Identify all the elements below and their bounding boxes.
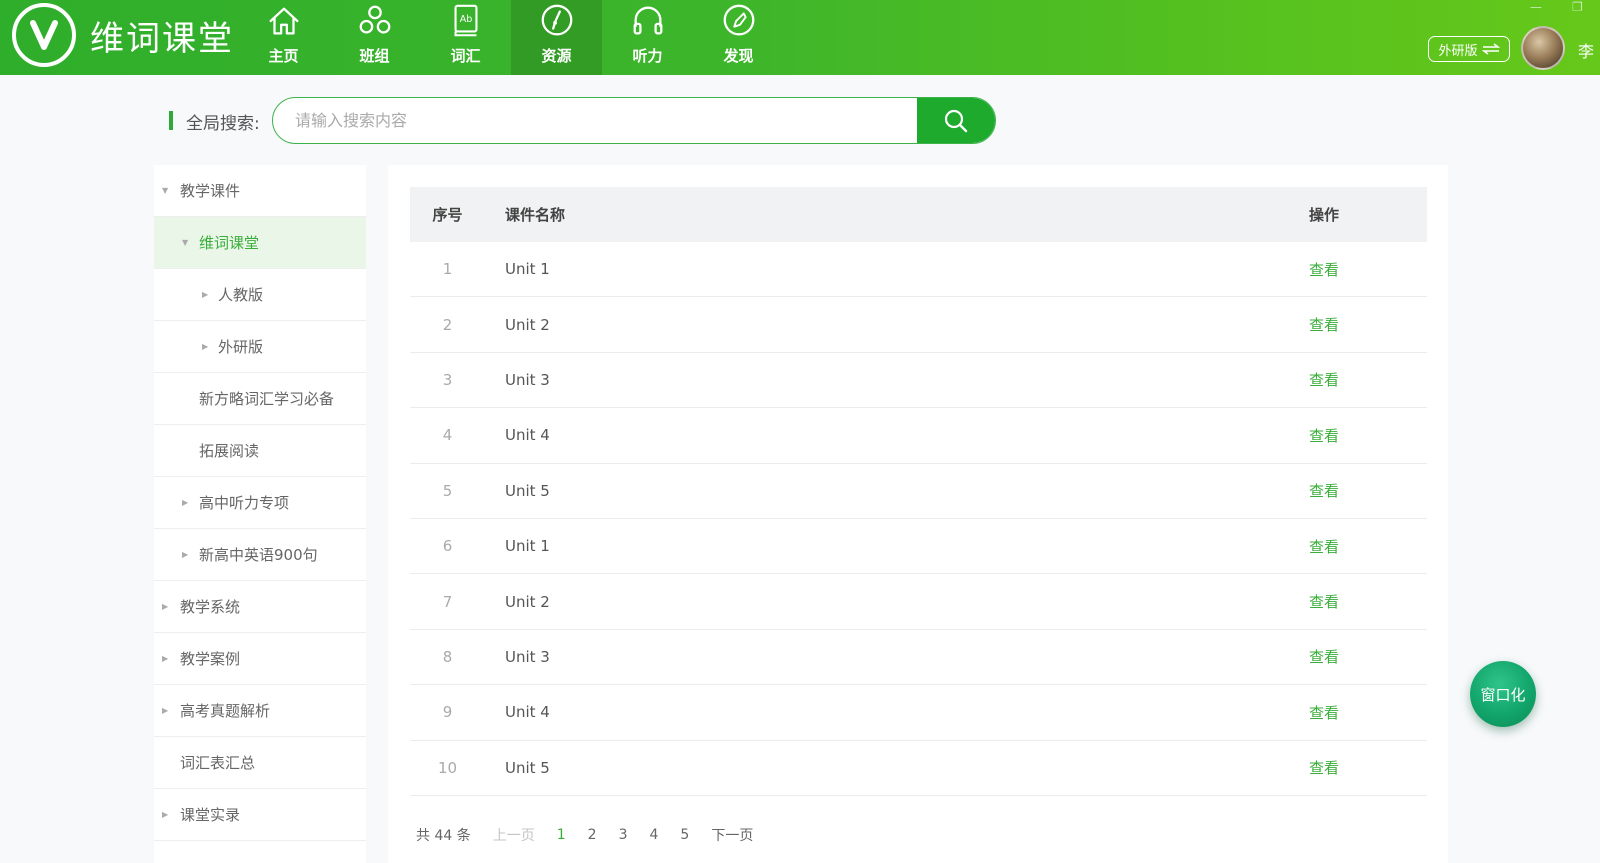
resource-sidebar: ▼ 教学课件 ▼ 维词课堂 ▶ 人教版 ▶ 外研版 新方略词汇学习必备 拓展阅读 ▶ 高中… <box>154 165 366 863</box>
sidebar-item-teaching-system[interactable]: ▶ 教学系统 <box>154 581 366 633</box>
courseware-table: 序号 课件名称 操作 1 Unit 1 查看 2 Unit 2 查看 3 Unit 3 查看… <box>410 187 1427 796</box>
table-header: 序号 课件名称 操作 <box>410 187 1427 242</box>
table-row: 9 Unit 4 查看 <box>410 685 1427 741</box>
nav-item-group[interactable]: 班组 <box>329 0 420 75</box>
sidebar-item-teaching-courseware[interactable]: ▼ 教学课件 <box>154 165 366 217</box>
search-button[interactable] <box>917 98 995 143</box>
sidebar-item-pep-edition[interactable]: ▶ 人教版 <box>154 269 366 321</box>
sidebar-item-extended-reading[interactable]: 拓展阅读 <box>154 425 366 477</box>
app-logo[interactable]: 维词课堂 <box>12 2 234 68</box>
table-row: 6 Unit 1 查看 <box>410 519 1427 575</box>
book-icon: Ab <box>454 4 477 37</box>
sidebar-item-class-records[interactable]: ▶ 课堂实录 <box>154 789 366 841</box>
sidebar-item-fltrp-edition[interactable]: ▶ 外研版 <box>154 321 366 373</box>
nav-item-home[interactable]: 主页 <box>238 0 329 75</box>
prev-page-button[interactable]: 上一页 <box>493 825 535 845</box>
caret-down-icon: ▼ <box>182 238 189 247</box>
search-label: 全局搜索: <box>186 114 260 134</box>
view-link[interactable]: 查看 <box>1297 425 1427 446</box>
caret-right-icon: ▶ <box>182 498 189 507</box>
search-input[interactable] <box>295 98 915 143</box>
nav-item-resources[interactable]: 资源 <box>511 0 602 75</box>
caret-right-icon: ▶ <box>162 654 169 663</box>
windowed-mode-button[interactable]: 窗口化 <box>1470 661 1536 727</box>
switch-arrows-icon <box>1481 43 1500 55</box>
view-link[interactable]: 查看 <box>1297 369 1427 390</box>
caret-right-icon: ▶ <box>162 602 169 611</box>
table-row: 4 Unit 4 查看 <box>410 408 1427 464</box>
caret-right-icon: ▶ <box>182 550 189 559</box>
caret-right-icon: ▶ <box>202 342 209 351</box>
sidebar-item-900-sentences[interactable]: ▶ 新高中英语900句 <box>154 529 366 581</box>
compass-icon <box>541 4 572 36</box>
page-4-button[interactable]: 4 <box>649 827 658 843</box>
logo-v-icon <box>12 3 76 67</box>
view-link[interactable]: 查看 <box>1297 591 1427 612</box>
table-row: 5 Unit 5 查看 <box>410 464 1427 519</box>
view-link[interactable]: 查看 <box>1297 536 1427 557</box>
page-2-button[interactable]: 2 <box>588 827 597 843</box>
main-nav: 主页 班组 Ab 词汇 资源 听力 发现 <box>238 0 784 75</box>
page-5-button[interactable]: 5 <box>680 827 689 843</box>
sidebar-item-listening-special[interactable]: ▶ 高中听力专项 <box>154 477 366 529</box>
caret-right-icon: ▶ <box>162 706 169 715</box>
search-box <box>272 97 996 144</box>
next-page-button[interactable]: 下一页 <box>711 825 753 845</box>
sidebar-item-exam-analysis[interactable]: ▶ 高考真题解析 <box>154 685 366 737</box>
courseware-panel: 序号 课件名称 操作 1 Unit 1 查看 2 Unit 2 查看 3 Unit 3 查看… <box>388 165 1448 863</box>
nav-item-listening[interactable]: 听力 <box>602 0 693 75</box>
nav-item-vocabulary[interactable]: Ab 词汇 <box>420 0 511 75</box>
username[interactable]: 李 <box>1578 38 1594 62</box>
caret-right-icon: ▶ <box>202 290 209 299</box>
table-row: 1 Unit 1 查看 <box>410 242 1427 298</box>
avatar[interactable] <box>1521 26 1565 70</box>
svg-text:Ab: Ab <box>459 14 472 25</box>
table-row: 8 Unit 3 查看 <box>410 630 1427 686</box>
sidebar-item-vocab-summary[interactable]: 词汇表汇总 <box>154 737 366 789</box>
maximize-icon[interactable]: ❐ <box>1572 0 1583 14</box>
minimize-icon[interactable]: — <box>1530 0 1542 14</box>
header-operation: 操作 <box>1309 206 1340 224</box>
view-link[interactable]: 查看 <box>1297 757 1427 778</box>
view-link[interactable]: 查看 <box>1297 702 1427 723</box>
table-row: 3 Unit 3 查看 <box>410 353 1427 409</box>
view-link[interactable]: 查看 <box>1297 259 1427 280</box>
group-icon <box>359 5 390 34</box>
sidebar-item-vocab-essentials[interactable]: 新方略词汇学习必备 <box>154 373 366 425</box>
table-row: 7 Unit 2 查看 <box>410 574 1427 630</box>
sidebar-item-weici-classroom[interactable]: ▼ 维词课堂 <box>154 217 366 269</box>
pagination-total: 共 44 条 <box>416 828 471 844</box>
header-name: 课件名称 <box>505 206 566 224</box>
home-icon <box>269 7 298 35</box>
view-link[interactable]: 查看 <box>1297 314 1427 335</box>
top-bar: 维词课堂 主页 班组 Ab 词汇 资源 听力 发现 — ❐ 外研版 李 <box>0 0 1600 75</box>
table-row: 2 Unit 2 查看 <box>410 297 1427 353</box>
page-1-button[interactable]: 1 <box>557 827 566 843</box>
headphones-icon <box>633 6 662 35</box>
header-index: 序号 <box>432 206 463 224</box>
view-link[interactable]: 查看 <box>1297 646 1427 667</box>
caret-down-icon: ▼ <box>162 186 169 195</box>
caret-right-icon: ▶ <box>162 810 169 819</box>
search-icon <box>944 109 968 132</box>
app-name: 维词课堂 <box>90 18 234 59</box>
page-3-button[interactable]: 3 <box>619 827 628 843</box>
view-link[interactable]: 查看 <box>1297 480 1427 501</box>
version-switch-button[interactable]: 外研版 <box>1428 36 1510 62</box>
table-row: 10 Unit 5 查看 <box>410 741 1427 796</box>
search-label-marker <box>169 111 173 130</box>
sidebar-item-teaching-cases[interactable]: ▶ 教学案例 <box>154 633 366 685</box>
discover-icon <box>723 4 754 36</box>
nav-item-discover[interactable]: 发现 <box>693 0 784 75</box>
pagination: 共 44 条 上一页 1 2 3 4 5 下一页 <box>416 825 775 845</box>
